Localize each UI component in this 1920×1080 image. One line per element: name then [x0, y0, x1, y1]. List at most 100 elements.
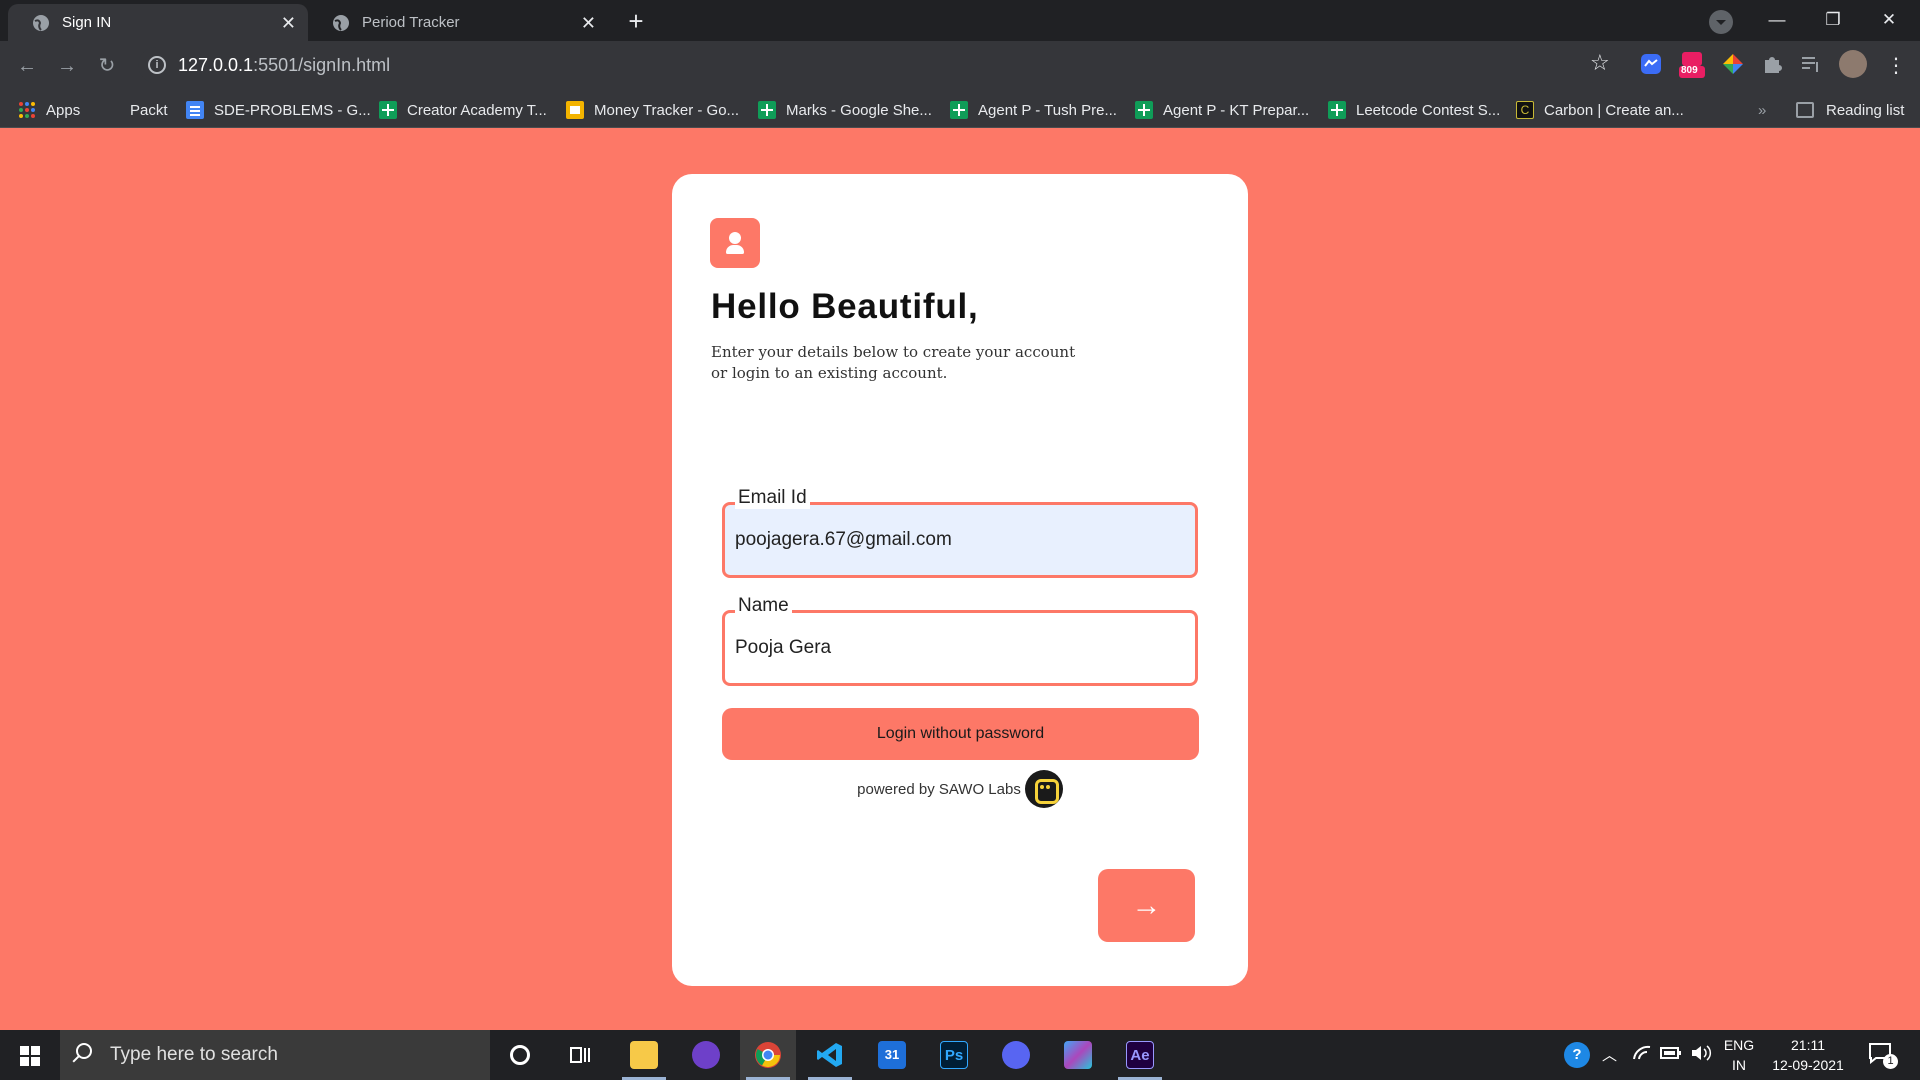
profile-avatar-icon[interactable]	[1839, 50, 1867, 78]
help-icon[interactable]: ?	[1564, 1042, 1590, 1068]
media-queue-icon[interactable]	[1799, 52, 1823, 76]
greeting-subtitle: Enter your details below to create your …	[711, 342, 1081, 384]
tab-sign-in[interactable]: Sign IN ✕	[8, 4, 308, 41]
windows-taskbar: Type here to search 31 Ps Ae ? ︿ ENG IN …	[0, 1030, 1920, 1080]
email-input[interactable]	[735, 523, 1175, 557]
task-view-icon[interactable]	[552, 1030, 608, 1080]
bookmark-carbon[interactable]: C Carbon | Create an...	[1516, 99, 1684, 121]
forward-icon[interactable]: →	[51, 50, 83, 82]
notification-count: 1	[1883, 1054, 1898, 1069]
tab-period-tracker[interactable]: Period Tracker ✕	[308, 4, 608, 41]
user-icon	[710, 218, 760, 268]
show-hidden-icons-chevron[interactable]: ︿	[1602, 1044, 1617, 1080]
region-code: IN	[1732, 1057, 1746, 1073]
google-docs-icon	[186, 101, 204, 119]
google-sheets-icon	[1135, 101, 1153, 119]
bookmark-leetcode-contest[interactable]: Leetcode Contest S...	[1328, 99, 1500, 121]
clock-time: 21:11	[1791, 1037, 1825, 1053]
extension-badge-count: 809	[1681, 65, 1698, 76]
photoshop-icon[interactable]: Ps	[926, 1030, 982, 1080]
chrome-icon[interactable]	[740, 1030, 796, 1080]
bookmark-apps[interactable]: Apps	[18, 99, 80, 121]
badge-extension-icon[interactable]: 809	[1679, 52, 1705, 78]
name-label: Name	[735, 595, 792, 617]
github-desktop-icon[interactable]	[678, 1030, 734, 1080]
bookmark-creator-academy[interactable]: Creator Academy T...	[379, 99, 547, 121]
cortana-icon[interactable]	[492, 1030, 548, 1080]
taskbar-clock[interactable]: 21:11 12-09-2021	[1766, 1035, 1850, 1075]
new-tab-button[interactable]: +	[621, 7, 651, 37]
powered-by-text: powered by SAWO Labs	[857, 780, 1021, 798]
windows-start-icon[interactable]	[20, 1046, 40, 1066]
browser-toolbar: ← → ↻ i 127.0.0.1:5501/signIn.html ☆ 809…	[0, 41, 1920, 91]
bookmark-packt[interactable]: Packt	[130, 99, 168, 121]
input-language[interactable]: ENG IN	[1722, 1035, 1756, 1075]
globe-icon	[333, 14, 349, 31]
apps-grid-icon	[19, 102, 35, 118]
google-sheets-icon	[950, 101, 968, 119]
file-explorer-icon[interactable]	[616, 1030, 672, 1080]
powered-by-sawo: powered by SAWO Labs	[672, 770, 1248, 808]
bookmark-marks[interactable]: Marks - Google She...	[758, 99, 932, 121]
bookmarks-overflow-chevron[interactable]: »	[1758, 99, 1766, 121]
subtitle-line-2: or login to an existing account.	[711, 364, 948, 382]
address-bar[interactable]: i 127.0.0.1:5501/signIn.html	[138, 47, 1608, 83]
restore-button[interactable]: ❐	[1810, 4, 1856, 36]
site-info-icon[interactable]: i	[148, 56, 166, 74]
calendar-icon[interactable]: 31	[864, 1030, 920, 1080]
battery-icon[interactable]	[1660, 1046, 1682, 1080]
close-tab-icon[interactable]: ✕	[581, 14, 596, 32]
google-sheets-icon	[758, 101, 776, 119]
extensions-puzzle-icon[interactable]	[1760, 52, 1784, 76]
color-picker-extension-icon[interactable]	[1721, 52, 1745, 76]
language-code: ENG	[1723, 1037, 1755, 1053]
bookmark-label: Marks - Google She...	[786, 101, 932, 119]
close-tab-icon[interactable]: ✕	[281, 14, 296, 32]
bookmark-label: Carbon | Create an...	[1544, 101, 1684, 119]
bookmark-agent-p-kt[interactable]: Agent P - KT Prepar...	[1135, 99, 1309, 121]
bookmark-label: Agent P - Tush Pre...	[978, 101, 1117, 119]
bookmark-label: Packt	[130, 101, 168, 119]
tab-search-icon[interactable]	[1709, 10, 1733, 34]
notification-center-icon[interactable]: 1	[1868, 1042, 1898, 1070]
bookmark-label: Creator Academy T...	[407, 101, 547, 119]
browser-menu-icon[interactable]: ⋮	[1880, 50, 1912, 82]
bookmark-label: Leetcode Contest S...	[1356, 101, 1501, 119]
email-label: Email Id	[735, 487, 810, 509]
wifi-icon[interactable]	[1632, 1044, 1652, 1080]
bookmark-star-icon[interactable]: ☆	[1590, 50, 1610, 76]
after-effects-icon[interactable]: Ae	[1112, 1030, 1168, 1080]
url-text[interactable]: 127.0.0.1:5501/signIn.html	[178, 55, 390, 76]
tab-title: Sign IN	[62, 14, 112, 31]
reading-list-button[interactable]: Reading list	[1796, 99, 1904, 121]
vscode-icon[interactable]	[802, 1030, 858, 1080]
bookmark-label: Apps	[46, 101, 81, 119]
volume-icon[interactable]	[1690, 1044, 1712, 1080]
app-icon[interactable]	[1050, 1030, 1106, 1080]
next-arrow-button[interactable]: →	[1098, 869, 1195, 942]
carbon-icon: C	[1516, 101, 1534, 119]
reload-icon[interactable]: ↻	[91, 50, 123, 82]
google-sheets-icon	[1328, 101, 1346, 119]
back-icon[interactable]: ←	[11, 50, 43, 82]
bookmark-sde-problems[interactable]: SDE-PROBLEMS - G...	[186, 99, 371, 121]
reading-list-label: Reading list	[1826, 101, 1905, 119]
globe-icon	[33, 14, 49, 31]
bookmark-agent-p-tush[interactable]: Agent P - Tush Pre...	[950, 99, 1117, 121]
name-input[interactable]	[735, 631, 1175, 665]
bookmark-label: Money Tracker - Go...	[594, 101, 740, 119]
messenger-extension-icon[interactable]	[1639, 52, 1663, 76]
sawo-logo-icon	[1024, 770, 1063, 808]
bookmark-label: Agent P - KT Prepar...	[1163, 101, 1310, 119]
email-field-container: Email Id	[722, 487, 1198, 578]
close-window-button[interactable]: ✕	[1866, 4, 1912, 36]
google-slides-icon	[566, 101, 584, 119]
bookmark-money-tracker[interactable]: Money Tracker - Go...	[566, 99, 739, 121]
login-without-password-button[interactable]: Login without password	[722, 708, 1199, 760]
taskbar-search-box[interactable]: Type here to search	[60, 1030, 490, 1080]
minimize-button[interactable]: —	[1754, 4, 1800, 36]
reading-list-icon	[1796, 102, 1814, 118]
discord-icon[interactable]	[988, 1030, 1044, 1080]
arrow-right-icon: →	[1131, 889, 1162, 922]
clock-date: 12-09-2021	[1772, 1057, 1844, 1073]
